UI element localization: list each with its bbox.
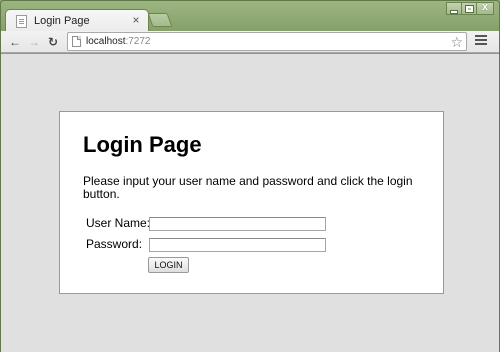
menu-icon[interactable] bbox=[475, 35, 487, 48]
page-viewport: Login Page Please input your user name a… bbox=[1, 54, 499, 352]
login-instructions: Please input your user name and password… bbox=[83, 174, 413, 201]
login-panel: Login Page Please input your user name a… bbox=[59, 111, 444, 294]
browser-tab[interactable]: Login Page × bbox=[5, 9, 149, 32]
page-icon bbox=[16, 15, 27, 28]
password-input[interactable] bbox=[149, 238, 326, 252]
reload-icon[interactable]: ↻ bbox=[46, 34, 60, 50]
bookmark-star-icon[interactable]: ☆ bbox=[450, 33, 463, 51]
back-arrow-icon[interactable]: ← bbox=[8, 34, 22, 50]
close-icon: x bbox=[481, 1, 489, 13]
maximize-button[interactable] bbox=[461, 2, 477, 15]
login-button[interactable]: LOGIN bbox=[148, 257, 189, 273]
close-tab-icon[interactable]: × bbox=[130, 13, 142, 27]
url-text: localhost:7272 bbox=[86, 36, 151, 47]
window-controls: x bbox=[446, 1, 494, 16]
browser-window: Login Page × x ← → ↻ localhost:7272 ☆ Lo… bbox=[0, 0, 500, 352]
address-bar[interactable]: localhost:7272 ☆ bbox=[67, 32, 467, 51]
username-label: User Name: bbox=[86, 216, 151, 230]
url-host: localhost bbox=[86, 36, 126, 47]
forward-arrow-icon[interactable]: → bbox=[27, 34, 41, 50]
close-window-button[interactable]: x bbox=[476, 1, 494, 15]
tab-strip: Login Page × x bbox=[1, 1, 499, 32]
maximize-icon bbox=[465, 5, 474, 13]
url-port: :7272 bbox=[125, 36, 151, 47]
page-title: Login Page bbox=[83, 132, 202, 157]
password-label: Password: bbox=[86, 237, 143, 251]
new-tab-button[interactable] bbox=[147, 13, 173, 27]
username-input[interactable] bbox=[149, 217, 326, 231]
page-icon bbox=[72, 36, 81, 47]
tab-title: Login Page bbox=[34, 15, 90, 27]
minimize-icon bbox=[451, 11, 457, 13]
browser-toolbar: ← → ↻ localhost:7272 ☆ bbox=[1, 31, 499, 53]
minimize-button[interactable] bbox=[446, 2, 462, 15]
